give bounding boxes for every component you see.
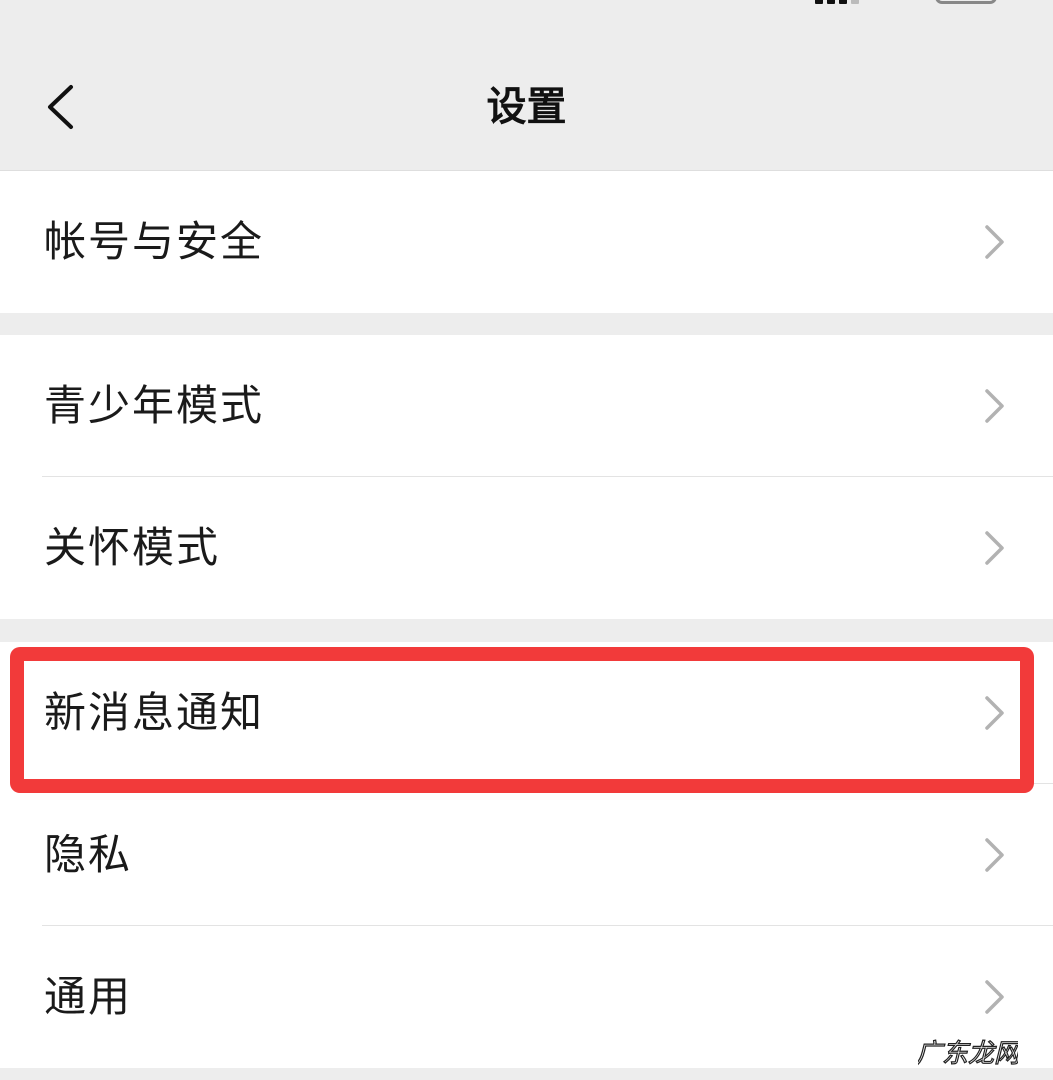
- watermark-text: 广东龙网: [918, 1039, 1018, 1069]
- chevron-right-icon: [985, 696, 1004, 730]
- settings-item-label: 通用: [44, 972, 133, 1021]
- chevron-right-icon: [985, 838, 1004, 872]
- settings-item-label: 关怀模式: [44, 523, 221, 572]
- chevron-right-icon: [985, 531, 1004, 565]
- settings-group-modes: 青少年模式 关怀模式: [0, 335, 1053, 619]
- nav-bar: 设置: [0, 52, 1053, 170]
- settings-group-general: 新消息通知 隐私 通用: [0, 642, 1053, 1068]
- watermark-logo: 广东龙网: [918, 1038, 1018, 1069]
- settings-item-label: 隐私: [44, 830, 133, 879]
- battery-icon: [935, 0, 997, 4]
- settings-item-privacy[interactable]: 隐私: [0, 784, 1053, 926]
- settings-item-general[interactable]: 通用: [0, 926, 1053, 1068]
- chevron-right-icon: [985, 980, 1004, 1014]
- settings-group-account: 帐号与安全: [0, 170, 1053, 313]
- settings-item-label: 青少年模式: [44, 381, 265, 430]
- settings-item-label: 新消息通知: [44, 688, 265, 737]
- settings-item-label: 帐号与安全: [44, 217, 265, 266]
- signal-icon: [815, 0, 863, 4]
- status-bar: [0, 0, 1053, 10]
- chevron-right-icon: [985, 225, 1004, 259]
- settings-item-account-security[interactable]: 帐号与安全: [0, 171, 1053, 313]
- settings-screen: 设置 帐号与安全 青少年模式 关怀模式 新消息通知 隐私 通用 广东龙网: [0, 0, 1053, 1080]
- chevron-right-icon: [985, 389, 1004, 423]
- settings-item-teen-mode[interactable]: 青少年模式: [0, 335, 1053, 477]
- settings-item-care-mode[interactable]: 关怀模式: [0, 477, 1053, 619]
- settings-item-notifications[interactable]: 新消息通知: [0, 642, 1053, 784]
- page-title: 设置: [486, 84, 567, 130]
